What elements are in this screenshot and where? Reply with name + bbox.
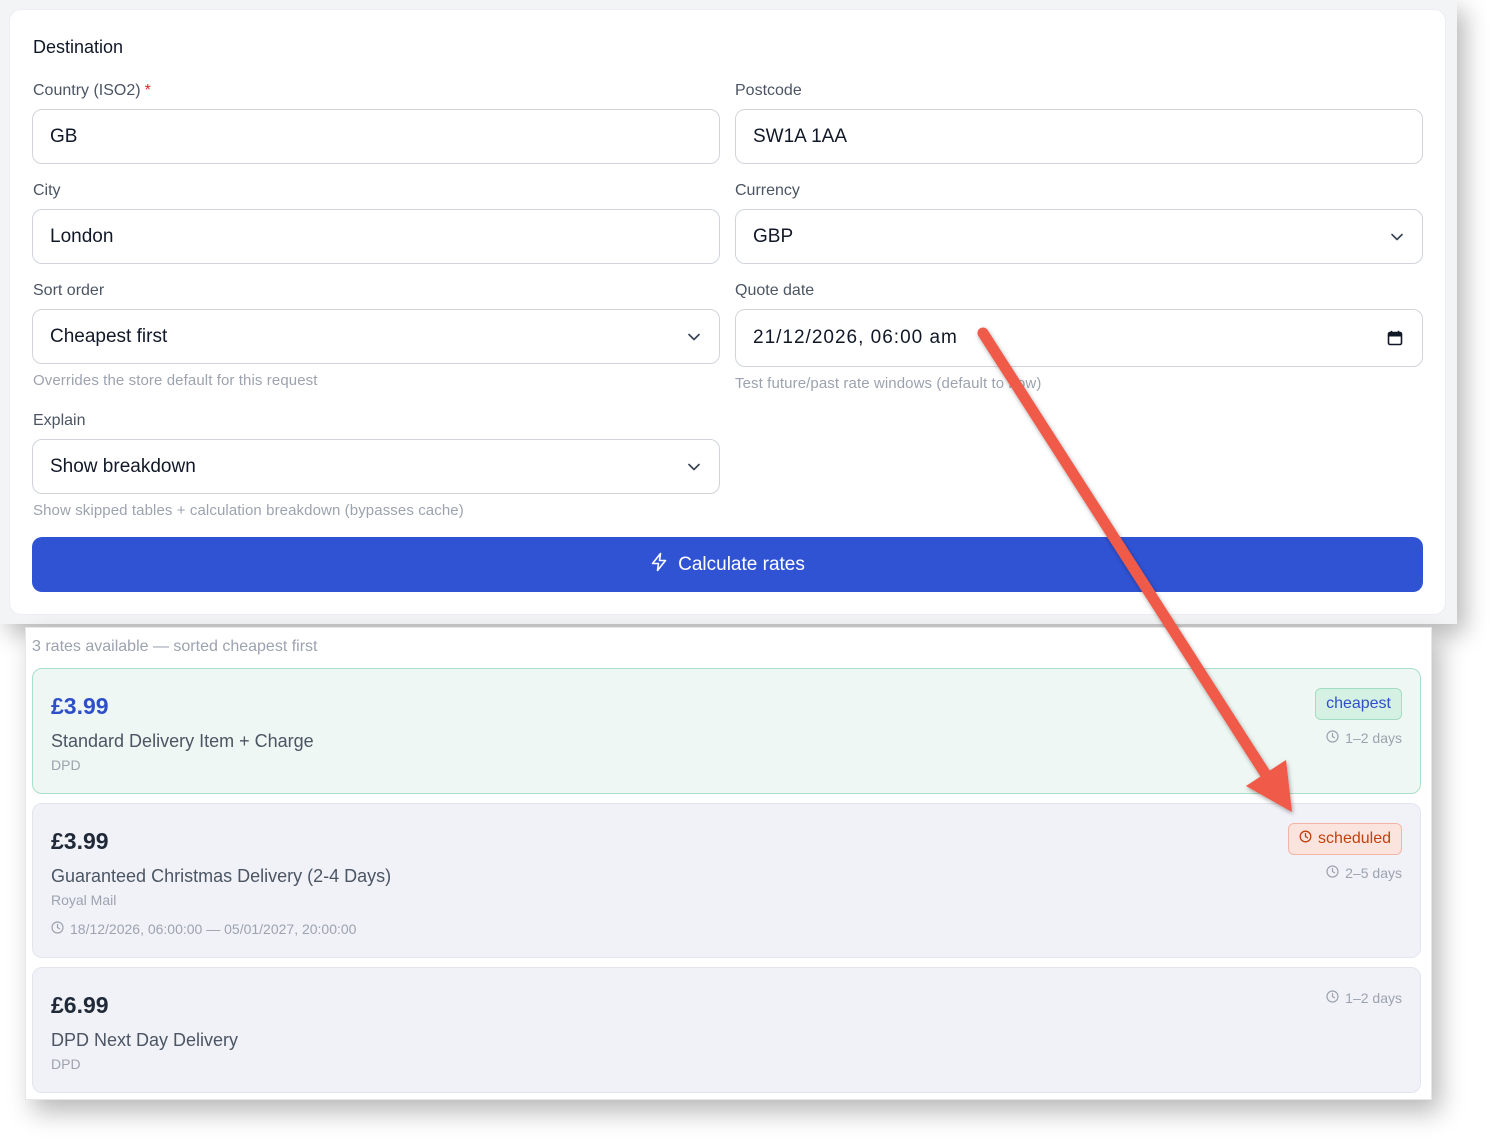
rate-carrier: Royal Mail <box>51 892 117 908</box>
quote-date-label: Quote date <box>735 282 815 299</box>
sort-order-select[interactable]: Cheapest first <box>32 309 720 364</box>
explain-hint: Show skipped tables + calculation breakd… <box>33 502 464 519</box>
cheapest-badge: cheapest <box>1315 688 1402 720</box>
required-mark: * <box>144 82 151 99</box>
country-label: Country (ISO2) * <box>33 82 151 100</box>
city-input[interactable]: London <box>32 209 720 264</box>
postcode-value: SW1A 1AA <box>753 125 847 147</box>
currency-value: GBP <box>753 225 794 247</box>
rate-name: Guaranteed Christmas Delivery (2-4 Days) <box>51 866 392 886</box>
rate-price: £6.99 <box>51 992 109 1018</box>
delivery-days: 1–2 days <box>1326 730 1402 746</box>
clock-icon <box>1326 865 1339 881</box>
cheapest-badge-text: cheapest <box>1326 695 1391 712</box>
chevron-down-icon <box>687 460 701 474</box>
scheduled-badge-text: scheduled <box>1318 830 1391 847</box>
city-value: London <box>50 225 114 247</box>
city-label: City <box>33 182 61 199</box>
quote-date-value: 21/12/2026, 06:00 am <box>753 327 958 348</box>
rate-window: 18/12/2026, 06:00:00 — 05/01/2027, 20:00… <box>51 921 356 937</box>
delivery-days: 2–5 days <box>1326 865 1402 881</box>
rate-carrier: DPD <box>51 1056 81 1072</box>
calendar-icon[interactable] <box>1386 329 1404 347</box>
calculate-rates-label: Calculate rates <box>678 553 805 575</box>
results-summary: 3 rates available — sorted cheapest firs… <box>32 638 318 655</box>
quote-date-input[interactable]: 21/12/2026, 06:00 am <box>735 309 1423 367</box>
rate-window-text: 18/12/2026, 06:00:00 — 05/01/2027, 20:00… <box>70 921 357 937</box>
clock-icon <box>1299 830 1312 848</box>
country-label-text: Country (ISO2) <box>33 82 141 99</box>
lightning-icon <box>650 552 668 578</box>
rate-price: £3.99 <box>51 828 109 854</box>
sort-order-hint: Overrides the store default for this req… <box>33 372 318 389</box>
clock-icon <box>1326 730 1339 746</box>
postcode-label: Postcode <box>735 82 802 99</box>
rate-card[interactable]: £3.99 Standard Delivery Item + Charge DP… <box>32 668 1421 794</box>
explain-select[interactable]: Show breakdown <box>32 439 720 494</box>
rate-carrier: DPD <box>51 757 81 773</box>
clock-icon <box>1326 990 1339 1006</box>
sort-order-value: Cheapest first <box>50 325 168 347</box>
delivery-days: 1–2 days <box>1326 990 1402 1006</box>
rate-name: Standard Delivery Item + Charge <box>51 731 314 751</box>
rate-card[interactable]: £6.99 DPD Next Day Delivery DPD 1–2 days <box>32 967 1421 1093</box>
currency-label: Currency <box>735 182 800 199</box>
rate-name: DPD Next Day Delivery <box>51 1030 239 1050</box>
explain-value: Show breakdown <box>50 455 196 477</box>
country-input[interactable]: GB <box>32 109 720 164</box>
rate-price: £3.99 <box>51 693 109 719</box>
explain-label: Explain <box>33 412 86 429</box>
sort-order-label: Sort order <box>33 282 105 299</box>
delivery-days-text: 2–5 days <box>1345 865 1402 881</box>
section-title: Destination <box>33 37 124 57</box>
quote-date-hint: Test future/past rate windows (default t… <box>735 375 1042 392</box>
chevron-down-icon <box>1390 230 1404 244</box>
delivery-days-text: 1–2 days <box>1345 730 1402 746</box>
chevron-down-icon <box>687 330 701 344</box>
scheduled-badge: scheduled <box>1288 823 1402 855</box>
currency-select[interactable]: GBP <box>735 209 1423 264</box>
rate-card[interactable]: £3.99 Guaranteed Christmas Delivery (2-4… <box>32 803 1421 958</box>
delivery-days-text: 1–2 days <box>1345 990 1402 1006</box>
calculate-rates-button[interactable]: Calculate rates <box>32 537 1423 592</box>
clock-icon <box>51 921 64 937</box>
country-value: GB <box>50 125 78 147</box>
postcode-input[interactable]: SW1A 1AA <box>735 109 1423 164</box>
